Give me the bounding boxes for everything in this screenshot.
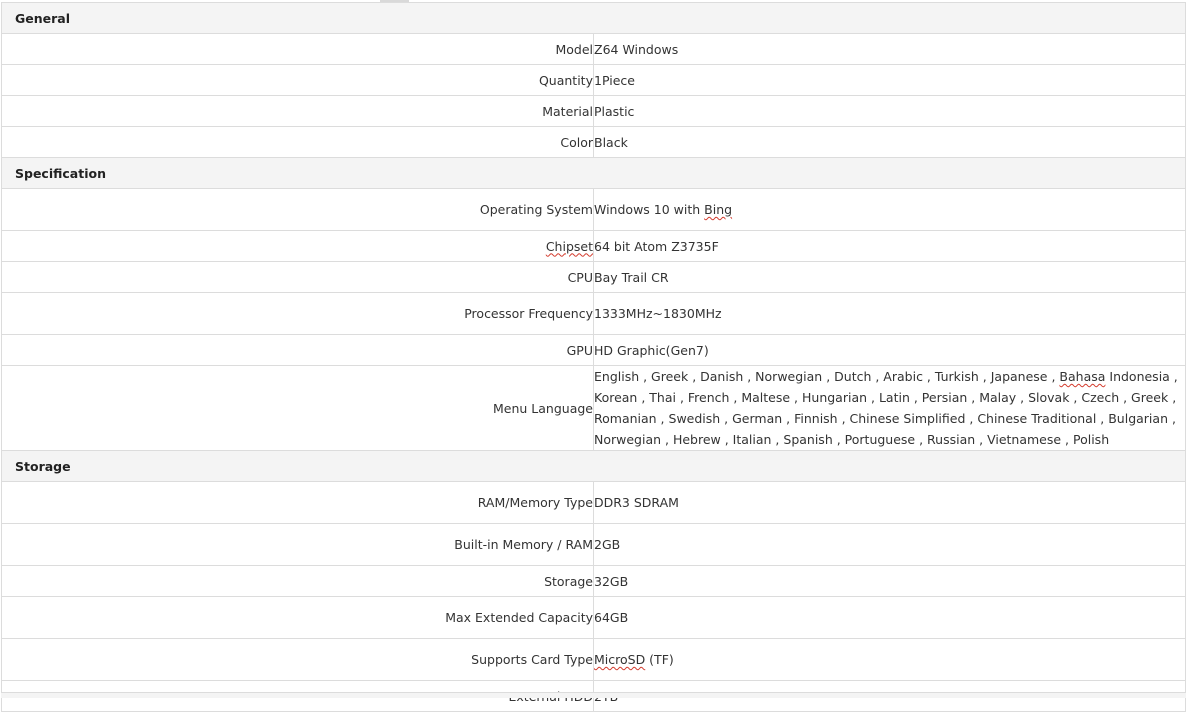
specs-table: General Model Z64 Windows Quantity 1Piec… (1, 2, 1186, 712)
section-title: General (1, 2, 1186, 34)
section-title: Storage (1, 450, 1186, 482)
spec-value: Black (593, 126, 1186, 158)
spec-label: Storage (1, 565, 594, 597)
section-title: Specification (1, 157, 1186, 189)
spec-label: Color (1, 126, 594, 158)
spec-row-material: Material Plastic (1, 95, 1186, 127)
spec-row-quantity: Quantity 1Piece (1, 64, 1186, 96)
spec-label: Chipset (1, 230, 594, 262)
spec-value: 1333MHz~1830MHz (593, 292, 1186, 335)
spec-row-processor-frequency: Processor Frequency 1333MHz~1830MHz (1, 292, 1186, 335)
spec-value: English , Greek , Danish , Norwegian , D… (593, 365, 1186, 451)
spec-label: Max Extended Capacity (1, 596, 594, 639)
spec-label: Quantity (1, 64, 594, 96)
spec-value: Plastic (593, 95, 1186, 127)
spec-label: Operating System (1, 188, 594, 231)
spec-value: Z64 Windows (593, 33, 1186, 65)
spec-value: MicroSD (TF) (593, 638, 1186, 681)
spellcheck-word: Bahasa (1059, 369, 1106, 384)
section-header-general: General (1, 2, 1186, 34)
spellcheck-word: MicroSD (594, 652, 646, 667)
spec-value-text: (TF) (645, 652, 674, 667)
spec-row-ram-type: RAM/Memory Type DDR3 SDRAM (1, 481, 1186, 524)
spec-row-max-extended-capacity: Max Extended Capacity 64GB (1, 596, 1186, 639)
spec-row-card-type: Supports Card Type MicroSD (TF) (1, 638, 1186, 681)
spec-label: Model (1, 33, 594, 65)
spec-row-menu-language: Menu Language English , Greek , Danish ,… (1, 365, 1186, 451)
spec-row-operating-system: Operating System Windows 10 with Bing (1, 188, 1186, 231)
spec-label: Supports Card Type (1, 638, 594, 681)
spec-label: Material (1, 95, 594, 127)
spec-value: Windows 10 with Bing (593, 188, 1186, 231)
spec-value: Bay Trail CR (593, 261, 1186, 293)
spec-value: 1Piece (593, 64, 1186, 96)
spec-row-gpu: GPU HD Graphic(Gen7) (1, 334, 1186, 366)
spec-row-model: Model Z64 Windows (1, 33, 1186, 65)
section-header-specification: Specification (1, 157, 1186, 189)
spec-value: 64GB (593, 596, 1186, 639)
spec-label: CPU (1, 261, 594, 293)
spec-value: HD Graphic(Gen7) (593, 334, 1186, 366)
spellcheck-word: Chipset (545, 238, 593, 254)
spec-row-chipset: Chipset 64 bit Atom Z3735F (1, 230, 1186, 262)
spec-label: GPU (1, 334, 594, 366)
section-header-storage: Storage (1, 450, 1186, 482)
spec-row-built-in-memory: Built-in Memory / RAM 2GB (1, 523, 1186, 566)
spec-label: Menu Language (1, 365, 594, 451)
spec-value: DDR3 SDRAM (593, 481, 1186, 524)
spec-value: 64 bit Atom Z3735F (593, 230, 1186, 262)
spec-row-storage: Storage 32GB (1, 565, 1186, 597)
next-section-strip (1, 692, 1186, 698)
spec-row-color: Color Black (1, 126, 1186, 158)
spec-label: Processor Frequency (1, 292, 594, 335)
spellcheck-word: Bing (704, 202, 733, 217)
spec-value-text: Windows 10 with (594, 202, 705, 217)
spec-value: 32GB (593, 565, 1186, 597)
spec-value: 2GB (593, 523, 1186, 566)
spec-label: Built-in Memory / RAM (1, 523, 594, 566)
spec-value-text: English , Greek , Danish , Norwegian , D… (594, 369, 1060, 384)
spec-row-cpu: CPU Bay Trail CR (1, 261, 1186, 293)
spec-label: RAM/Memory Type (1, 481, 594, 524)
